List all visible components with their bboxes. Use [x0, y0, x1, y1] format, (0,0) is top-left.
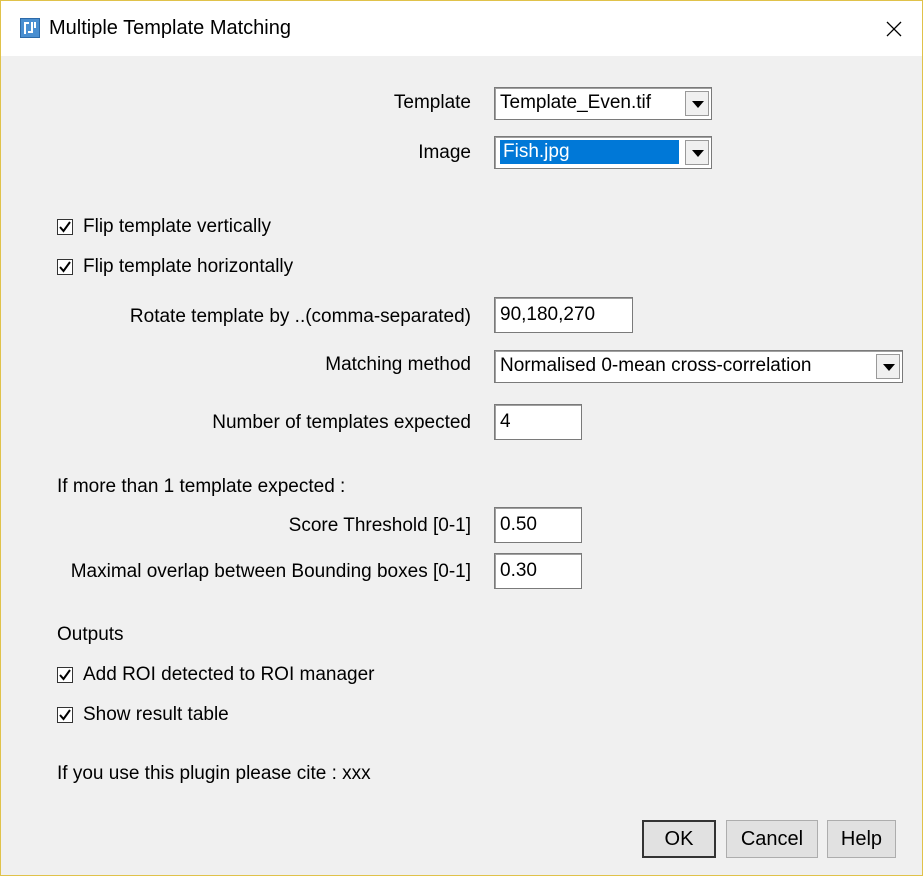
- add-roi-label: Add ROI detected to ROI manager: [83, 664, 375, 685]
- close-icon: [886, 21, 902, 37]
- ok-button[interactable]: OK: [642, 820, 716, 858]
- rotate-input[interactable]: [500, 304, 627, 326]
- checkmark-icon: [59, 261, 71, 273]
- dialog-window: Multiple Template Matching Template Temp…: [0, 0, 923, 876]
- checkmark-icon: [59, 669, 71, 681]
- imagej-icon: [20, 18, 40, 38]
- chevron-down-icon[interactable]: [685, 140, 709, 165]
- overlap-field[interactable]: [494, 553, 582, 589]
- help-button[interactable]: Help: [827, 820, 896, 858]
- image-value: Fish.jpg: [500, 140, 679, 164]
- template-select[interactable]: Template_Even.tif: [494, 87, 712, 120]
- score-label: Score Threshold [0-1]: [288, 515, 471, 536]
- flip-vertical-checkbox[interactable]: [57, 219, 73, 235]
- score-input[interactable]: [500, 514, 576, 536]
- rotate-field[interactable]: [494, 297, 633, 333]
- show-table-label: Show result table: [83, 704, 229, 725]
- template-label: Template: [393, 92, 471, 113]
- chevron-down-icon[interactable]: [876, 354, 900, 379]
- n-templates-field[interactable]: [494, 404, 582, 440]
- image-select[interactable]: Fish.jpg: [494, 136, 712, 169]
- method-value: Normalised 0-mean cross-correlation: [500, 355, 812, 376]
- cancel-button[interactable]: Cancel: [726, 820, 818, 858]
- method-label: Matching method: [325, 354, 471, 375]
- multi-template-header: If more than 1 template expected :: [57, 476, 346, 497]
- method-select[interactable]: Normalised 0-mean cross-correlation: [494, 350, 903, 383]
- chevron-down-icon[interactable]: [685, 91, 709, 116]
- image-label: Image: [418, 142, 471, 163]
- overlap-label: Maximal overlap between Bounding boxes […: [70, 561, 471, 582]
- rotate-label: Rotate template by ..(comma-separated): [129, 306, 471, 327]
- add-roi-checkbox[interactable]: [57, 667, 73, 683]
- n-templates-input[interactable]: [500, 411, 576, 433]
- outputs-header: Outputs: [57, 624, 124, 645]
- flip-horizontal-checkbox[interactable]: [57, 259, 73, 275]
- flip-horizontal-label: Flip template horizontally: [83, 256, 294, 277]
- show-table-checkbox[interactable]: [57, 707, 73, 723]
- n-templates-label: Number of templates expected: [212, 412, 471, 433]
- flip-vertical-label: Flip template vertically: [83, 216, 271, 237]
- cite-text: If you use this plugin please cite : xxx: [57, 763, 371, 784]
- checkmark-icon: [59, 221, 71, 233]
- template-value: Template_Even.tif: [500, 92, 652, 113]
- checkmark-icon: [59, 709, 71, 721]
- overlap-input[interactable]: [500, 560, 576, 582]
- title-bar: Multiple Template Matching: [1, 1, 922, 56]
- window-title: Multiple Template Matching: [49, 17, 291, 39]
- close-button[interactable]: [864, 1, 922, 56]
- score-field[interactable]: [494, 507, 582, 543]
